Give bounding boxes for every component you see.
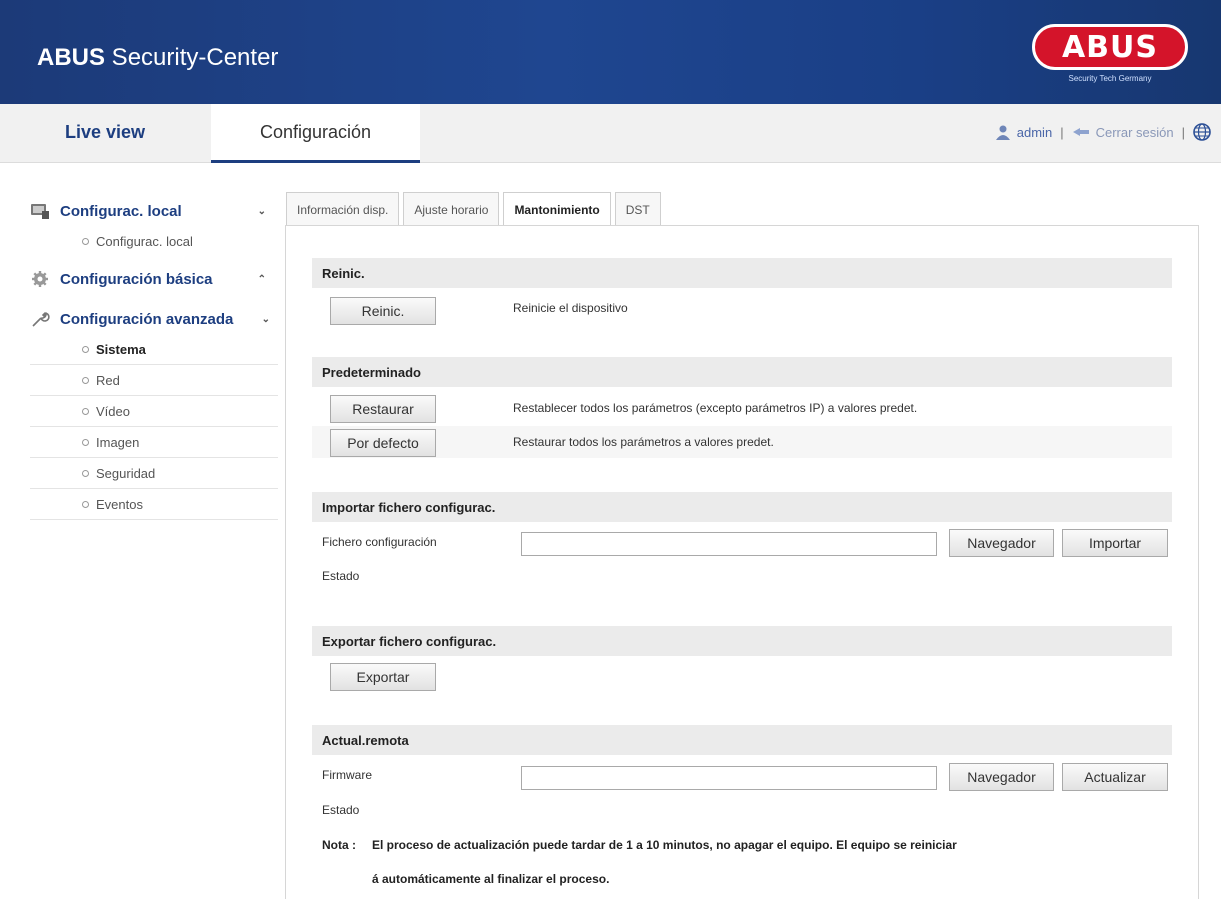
firmware-status-label: Estado — [322, 803, 360, 817]
chevron-up-icon: ⌃ — [257, 273, 266, 285]
sidebar-item-imagen[interactable]: Imagen — [30, 427, 278, 458]
app-title-brand: ABUS — [37, 44, 106, 71]
logout-link[interactable]: Cerrar sesión — [1096, 125, 1174, 140]
sidebar-item-seguridad[interactable]: Seguridad — [30, 458, 278, 489]
fichero-configuracion-label: Fichero configuración — [322, 535, 437, 549]
sidebar-item-eventos[interactable]: Eventos — [30, 489, 278, 520]
firmware-file-input[interactable] — [521, 766, 937, 790]
sidebar-group-advanced[interactable]: Configuración avanzada ⌄ — [30, 304, 278, 334]
sidebar-group-advanced-label: Configuración avanzada — [60, 310, 234, 328]
wrench-icon — [32, 312, 50, 327]
sidebar-group-local[interactable]: Configurac. local ⌄ — [30, 196, 278, 226]
sidebar-item-red[interactable]: Red — [30, 365, 278, 396]
exportar-button[interactable]: Exportar — [330, 663, 436, 691]
app-title: ABUS Security-Center — [37, 44, 278, 72]
globe-icon[interactable] — [1193, 123, 1211, 141]
firmware-browse-button[interactable]: Navegador — [949, 763, 1054, 791]
logo-text: ABUS — [1061, 29, 1159, 65]
sidebar-item-label: Seguridad — [96, 465, 156, 481]
sidebar-item-label: Configurac. local — [96, 233, 193, 249]
sidebar-item-configurac-local[interactable]: Configurac. local — [30, 226, 278, 256]
logo-subtitle: Security Tech Germany — [1068, 74, 1152, 83]
abus-logo: ABUS Security Tech Germany — [1032, 24, 1192, 86]
note-label: Nota : — [322, 838, 356, 852]
bullet-icon — [82, 407, 89, 415]
abus-logo-oval: ABUS — [1032, 24, 1188, 70]
sidebar-item-video[interactable]: Vídeo — [30, 396, 278, 427]
section-reinic-title: Reinic. — [312, 258, 1172, 288]
section-importar-title: Importar fichero configurac. — [312, 492, 1172, 522]
section-exportar-title: Exportar fichero configurac. — [312, 626, 1172, 656]
reinic-description: Reinicie el dispositivo — [513, 301, 628, 315]
top-nav: Live view Configuración admin | Cerrar s… — [0, 104, 1221, 163]
note-line-2: á automáticamente al finalizar el proces… — [372, 872, 610, 886]
section-predeterminado-title: Predeterminado — [312, 357, 1172, 387]
tab-mantenimiento[interactable]: Mantonimiento — [503, 192, 611, 227]
restaurar-button[interactable]: Restaurar — [330, 395, 436, 423]
user-icon — [995, 125, 1010, 140]
gear-icon — [32, 271, 48, 287]
sidebar-group-local-label: Configurac. local — [60, 202, 182, 220]
bullet-icon — [82, 469, 89, 477]
sidebar-item-label: Red — [96, 372, 120, 388]
sidebar-item-label: Eventos — [96, 496, 143, 512]
monitor-icon — [31, 204, 49, 219]
sidebar-group-basic-label: Configuración básica — [60, 270, 213, 288]
tab-ajuste-horario[interactable]: Ajuste horario — [403, 192, 500, 226]
tab-bar: Información disp. Ajuste horario Mantoni… — [286, 192, 665, 227]
bullet-icon — [82, 345, 89, 353]
sidebar-item-label: Vídeo — [96, 403, 130, 419]
bullet-icon — [82, 438, 89, 446]
sidebar-group-basic[interactable]: Configuración básica ⌃ — [30, 264, 278, 294]
por-defecto-description: Restaurar todos los parámetros a valores… — [513, 435, 774, 449]
logout-icon — [1072, 128, 1089, 136]
firmware-label: Firmware — [322, 768, 372, 782]
separator: | — [1181, 124, 1185, 140]
bullet-icon — [82, 376, 89, 384]
note-line-1: El proceso de actualización puede tardar… — [372, 838, 957, 852]
section-actual-remota-title: Actual.remota — [312, 725, 1172, 755]
por-defecto-button[interactable]: Por defecto — [330, 429, 436, 457]
username[interactable]: admin — [1017, 125, 1052, 140]
import-browse-button[interactable]: Navegador — [949, 529, 1054, 557]
separator: | — [1060, 124, 1064, 140]
chevron-down-icon: ⌄ — [257, 205, 266, 217]
tab-dst[interactable]: DST — [614, 192, 661, 226]
nav-configuracion[interactable]: Configuración — [211, 104, 420, 163]
tab-informacion-disp[interactable]: Información disp. — [286, 192, 400, 226]
import-status-label: Estado — [322, 569, 360, 583]
sidebar-item-label: Sistema — [96, 341, 146, 357]
sidebar-item-sistema[interactable]: Sistema — [30, 334, 278, 365]
bullet-icon — [82, 237, 89, 245]
import-file-input[interactable] — [521, 532, 937, 556]
sidebar-item-label: Imagen — [96, 434, 140, 450]
main-panel — [285, 225, 1199, 899]
header-banner: ABUS Security-Center ABUS Security Tech … — [0, 0, 1221, 104]
import-button[interactable]: Importar — [1062, 529, 1168, 557]
restaurar-description: Restablecer todos los parámetros (except… — [513, 401, 918, 415]
nav-live-view[interactable]: Live view — [0, 104, 210, 160]
user-bar: admin | Cerrar sesión | — [995, 104, 1211, 160]
actualizar-button[interactable]: Actualizar — [1062, 763, 1168, 791]
sidebar: Configurac. local ⌄ Configurac. local Co… — [30, 196, 278, 520]
chevron-down-icon: ⌄ — [261, 313, 270, 325]
bullet-icon — [82, 500, 89, 508]
app-title-rest: Security-Center — [105, 44, 279, 71]
reinic-button[interactable]: Reinic. — [330, 297, 436, 325]
